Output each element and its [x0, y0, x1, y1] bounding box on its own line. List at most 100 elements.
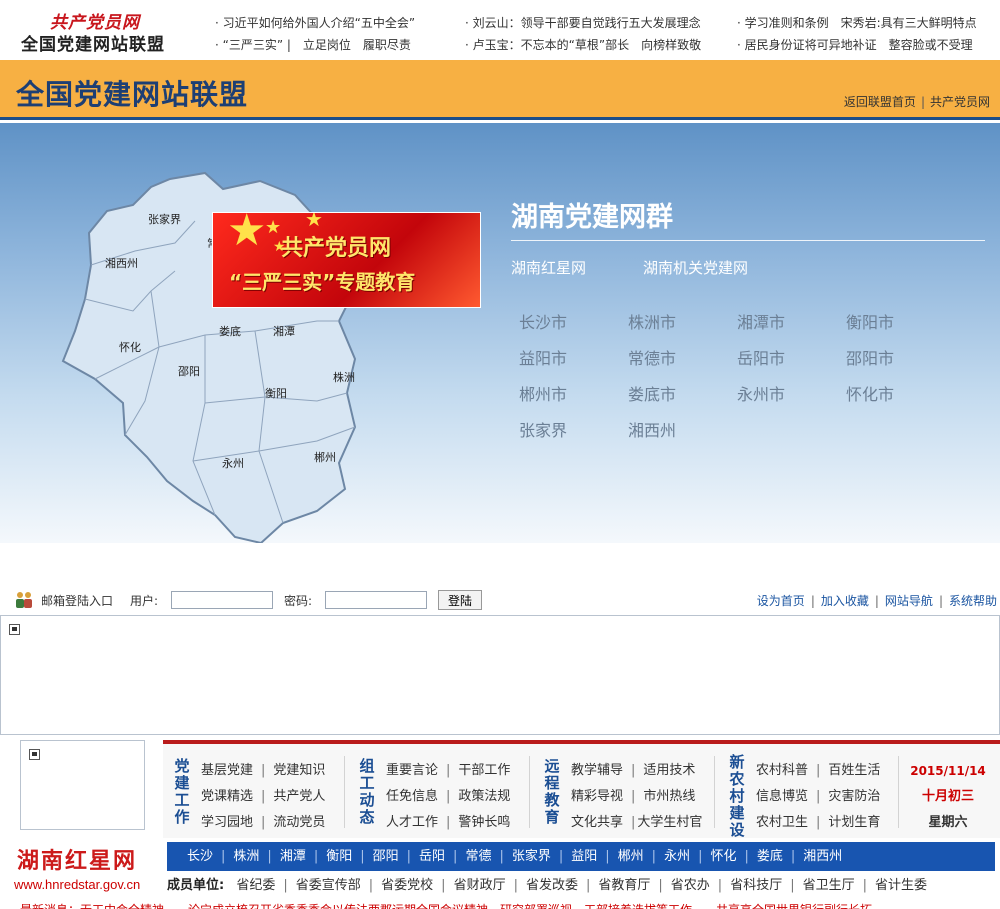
channel-link[interactable]: 流动党员 — [273, 815, 325, 830]
channel-link[interactable]: 市州热线 — [643, 789, 695, 804]
channel-link[interactable]: 干部工作 — [458, 763, 510, 778]
hnredstar-url[interactable]: www.hnredstar.gov.cn — [14, 877, 140, 892]
channel-link[interactable]: 政策法规 — [458, 789, 510, 804]
city-link[interactable]: 湘潭市 — [737, 309, 785, 333]
city-link[interactable]: 永州市 — [737, 381, 785, 405]
channel-link[interactable]: 重要言论 — [386, 763, 438, 778]
channel-link[interactable]: 共产党人 — [273, 789, 325, 804]
channel-link[interactable]: 党课精选 — [201, 789, 253, 804]
member-unit-link[interactable]: 省计生委 — [875, 878, 927, 893]
map-label-huaihua[interactable]: 怀化 — [119, 340, 141, 354]
login-button[interactable]: 登陆 — [438, 590, 482, 610]
channel-link[interactable]: 学习园地 — [201, 815, 253, 830]
channel-link[interactable]: 百姓生活 — [828, 763, 880, 778]
channel-link[interactable]: 农村卫生 — [756, 815, 808, 830]
city-link[interactable]: 娄底市 — [628, 381, 676, 405]
city-link[interactable]: 株洲市 — [628, 309, 676, 333]
map-label-hengyang[interactable]: 衡阳 — [265, 387, 287, 400]
city-link[interactable]: 长沙市 — [519, 309, 567, 333]
map-label-xiangxi[interactable]: 湘西州 — [105, 256, 138, 270]
news-ticker[interactable]: 最新消息：无工中会全精神 论宁成立梳召开省秀季季会以传法两郡运期全国会议精神 研… — [20, 900, 1000, 909]
map-label-zhangjiajie[interactable]: 张家界 — [148, 212, 181, 226]
site-logo[interactable]: 共产党员网 全国党建网站联盟 — [18, 8, 178, 56]
headline-link[interactable]: 学习准则和条例 宋秀岩:具有三大鲜明特点 — [745, 16, 977, 30]
channel-link[interactable]: 计划生育 — [828, 815, 880, 830]
member-unit-link[interactable]: 省科技厅 — [730, 878, 782, 893]
channel-link[interactable]: 党建知识 — [273, 763, 325, 778]
map-label-zhuzhou[interactable]: 株洲 — [333, 370, 355, 384]
city-link[interactable]: 邵阳市 — [846, 345, 894, 369]
map-label-shaoyang[interactable]: 邵阳 — [178, 365, 200, 378]
city-strip-link[interactable]: 常德 — [465, 849, 491, 864]
channel-link[interactable]: 精彩导视 — [571, 789, 623, 804]
member-unit-link[interactable]: 省农办 — [671, 878, 710, 893]
map-label-chenzhou[interactable]: 郴州 — [314, 450, 336, 464]
city-strip-link[interactable]: 湘潭 — [280, 849, 306, 864]
party-member-site-link[interactable]: 共产党员网 — [930, 95, 990, 109]
member-unit-link[interactable]: 省教育厅 — [598, 878, 650, 893]
city-strip-link[interactable]: 岳阳 — [419, 849, 445, 864]
channel-link[interactable]: 大学生村官 — [637, 815, 702, 830]
password-label: 密码: — [284, 594, 313, 608]
city-link[interactable]: 张家界 — [519, 417, 567, 441]
member-unit-link[interactable]: 省委党校 — [381, 878, 433, 893]
map-label-loudi[interactable]: 娄底 — [219, 324, 241, 338]
promo-banner[interactable]: ★ ★ ★ ★ 共产党员网 “三严三实”专题教育 — [212, 212, 481, 308]
add-favorite-link[interactable]: 加入收藏 — [821, 594, 869, 608]
headline-link[interactable]: 习近平如何给外国人介绍“五中全会” — [223, 16, 415, 30]
city-link[interactable]: 岳阳市 — [737, 345, 785, 369]
city-strip-link[interactable]: 长沙 — [187, 849, 213, 864]
map-label-xiangtan[interactable]: 湘潭 — [273, 324, 295, 338]
city-strip-link[interactable]: 株洲 — [233, 849, 259, 864]
member-unit-link[interactable]: 省财政厅 — [454, 878, 506, 893]
city-link[interactable]: 郴州市 — [519, 381, 567, 405]
channel-link[interactable]: 灾害防治 — [828, 789, 880, 804]
hnredstar-logo[interactable]: 湖南红星网 — [17, 843, 137, 875]
channel-title-party-work[interactable]: 党建工作 — [173, 758, 191, 826]
channel-link[interactable]: 农村科普 — [756, 763, 808, 778]
city-strip-link[interactable]: 邵阳 — [373, 849, 399, 864]
channel-link[interactable]: 文化共享 — [571, 815, 623, 830]
member-unit-link[interactable]: 省卫生厅 — [803, 878, 855, 893]
channel-link[interactable]: 任免信息 — [386, 789, 438, 804]
headline-link[interactable]: 卢玉宝：不忘本的“草根”部长 向榜样致敬 — [473, 38, 701, 52]
city-link[interactable]: 益阳市 — [519, 345, 567, 369]
channel-link[interactable]: 人才工作 — [386, 815, 438, 830]
city-link[interactable]: 常德市 — [628, 345, 676, 369]
city-link[interactable]: 湘西州 — [628, 417, 676, 441]
member-unit-link[interactable]: 省委宣传部 — [296, 878, 361, 893]
channel-link[interactable]: 基层党建 — [201, 763, 253, 778]
city-strip-link[interactable]: 衡阳 — [326, 849, 352, 864]
channel-link[interactable]: 适用技术 — [643, 763, 695, 778]
headline-link[interactable]: “三严三实” | 立足岗位 履职尽责 — [223, 38, 411, 52]
channel-link[interactable]: 信息博览 — [756, 789, 808, 804]
city-strip-link[interactable]: 张家界 — [512, 849, 551, 864]
channel-title-distance-edu[interactable]: 远程教育 — [543, 758, 561, 826]
site-link-hnredstar[interactable]: 湖南红星网 — [511, 257, 586, 278]
city-strip-link[interactable]: 娄底 — [757, 849, 783, 864]
channel-link[interactable]: 教学辅导 — [571, 763, 623, 778]
headline-link[interactable]: 居民身份证将可异地补证 整容脸或不受理 — [745, 38, 973, 52]
city-strip-link[interactable]: 湘西州 — [803, 849, 842, 864]
back-to-alliance-home-link[interactable]: 返回联盟首页 — [844, 95, 916, 109]
channel-title-org-news[interactable]: 组工动态 — [358, 758, 376, 826]
city-strip-link[interactable]: 永州 — [664, 849, 690, 864]
member-unit-link[interactable]: 省纪委 — [236, 878, 275, 893]
system-help-link[interactable]: 系统帮助 — [949, 594, 997, 608]
map-label-yongzhou[interactable]: 永州 — [222, 456, 244, 470]
channel-link[interactable]: 警钟长鸣 — [458, 815, 510, 830]
alliance-title: 全国党建网站联盟 — [16, 78, 249, 111]
password-input[interactable] — [325, 591, 427, 609]
city-strip-link[interactable]: 郴州 — [618, 849, 644, 864]
city-strip-link[interactable]: 怀化 — [710, 849, 736, 864]
city-link[interactable]: 衡阳市 — [846, 309, 894, 333]
set-homepage-link[interactable]: 设为首页 — [757, 594, 805, 608]
city-strip-link[interactable]: 益阳 — [571, 849, 597, 864]
channel-title-new-village[interactable]: 新农村建设 — [728, 754, 746, 839]
site-link-organ-party[interactable]: 湖南机关党建网 — [643, 257, 748, 278]
username-input[interactable] — [171, 591, 273, 609]
site-nav-link[interactable]: 网站导航 — [885, 594, 933, 608]
city-link[interactable]: 怀化市 — [846, 381, 894, 405]
headline-link[interactable]: 刘云山：领导干部要自觉践行五大发展理念 — [473, 16, 701, 30]
member-unit-link[interactable]: 省发改委 — [526, 878, 578, 893]
